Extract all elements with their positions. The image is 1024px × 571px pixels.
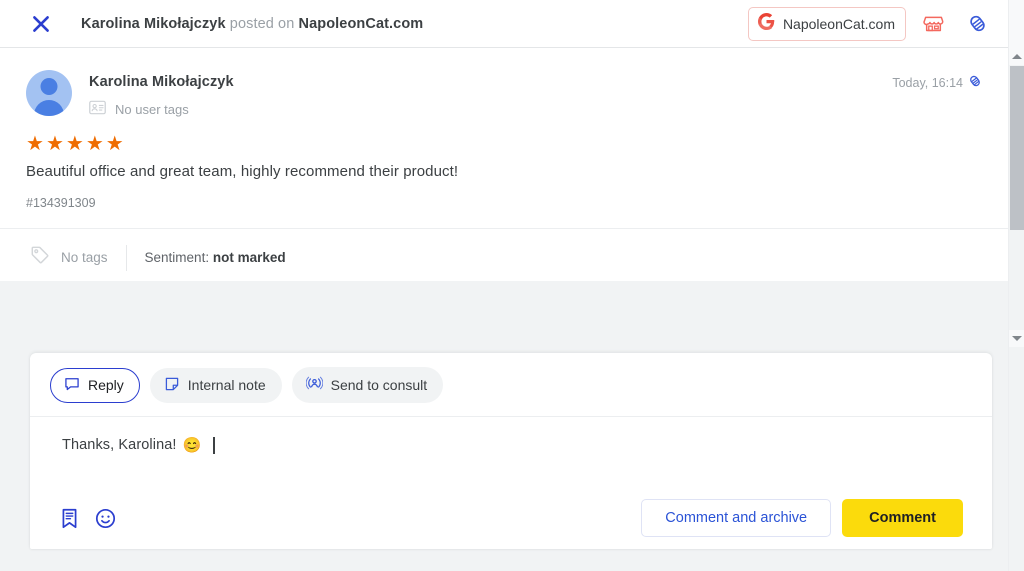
compose-card: Reply Internal note Send to consult Than… [30,353,992,549]
compose-footer: Comment and archive Comment [30,487,992,549]
rating-stars: ★ ★ ★ ★ ★ [26,134,982,154]
header-channel-name: NapoleonCat.com [298,15,424,32]
page-title: Karolina Mikołajczyk posted on NapoleonC… [81,16,423,32]
tags-section[interactable]: No tags [29,244,108,271]
user-tags-label: No user tags [115,101,189,117]
smiley-emoji-icon: 😊 [182,437,202,454]
header-author-name: Karolina Mikołajczyk [81,15,226,32]
tab-reply-label: Reply [88,377,124,393]
compose-actions: Comment and archive Comment [641,499,963,537]
review-body: Today, 16:14 Karolina Mikołajczyk No use… [0,48,1008,228]
sentiment-value: not marked [212,250,286,265]
tab-internal-note-label: Internal note [187,377,266,393]
avatar-head [40,78,58,95]
footer-divider [125,244,127,271]
sentiment-section[interactable]: Sentiment: not marked [145,250,286,265]
tags-label: No tags [61,250,108,265]
tab-reply[interactable]: Reply [50,367,140,403]
sentiment-label: Sentiment: [144,250,210,265]
note-icon [164,376,180,395]
scroll-thumb[interactable] [1010,66,1024,230]
review-card: Today, 16:14 Karolina Mikołajczyk No use… [0,48,1008,286]
reply-text-value: Thanks, Karolina! [62,437,177,453]
emoji-picker-icon[interactable] [95,508,116,529]
review-timestamp-label: Today, 16:14 [892,75,963,90]
header-posted-on-text: posted on [229,15,295,32]
comment-button[interactable]: Comment [842,499,963,537]
reply-editor-content: Thanks, Karolina! 😊 [62,436,215,454]
avatar [26,70,72,116]
scroll-up-arrow[interactable] [1009,48,1024,65]
user-tags-row[interactable]: No user tags [89,100,234,118]
header-actions: NapoleonCat.com [747,6,1008,41]
consult-broadcast-icon [305,375,323,395]
review-timestamp: Today, 16:14 [892,74,982,91]
napoleoncat-logo-icon [968,74,982,91]
profile-chip[interactable]: NapoleonCat.com [747,6,906,41]
review-author-row: Karolina Mikołajczyk No user tags [26,70,982,118]
star-icon: ★ [105,133,124,155]
speech-bubble-icon [64,376,80,395]
scrollbar[interactable] [1008,0,1024,571]
reply-editor[interactable]: Thanks, Karolina! 😊 [30,417,992,487]
compose-tabs: Reply Internal note Send to consult [30,353,992,417]
review-detail-panel: Karolina Mikołajczyk posted on NapoleonC… [0,0,1024,571]
tag-icon [29,244,51,271]
star-icon: ★ [26,133,44,155]
star-icon: ★ [65,133,84,155]
profile-chip-label: NapoleonCat.com [782,15,895,32]
star-icon: ★ [85,133,104,155]
review-author-meta: Karolina Mikołajczyk No user tags [89,70,234,118]
panel-header: Karolina Mikołajczyk posted on NapoleonC… [0,0,1008,48]
editor-tools [60,508,116,529]
review-text: Beautiful office and great team, highly … [26,163,459,180]
tab-send-to-consult-label: Send to consult [330,377,428,393]
review-author-name: Karolina Mikołajczyk [89,74,234,90]
review-id: #134391309 [26,196,96,210]
scrollbar-track-lower[interactable] [1009,347,1024,571]
google-g-icon [757,12,775,35]
napoleoncat-logo-icon[interactable] [960,7,994,41]
comment-and-archive-button[interactable]: Comment and archive [641,499,832,537]
review-footer: No tags Sentiment: not marked [0,228,1008,286]
tab-send-to-consult[interactable]: Send to consult [291,367,444,403]
content-gap [0,281,1008,353]
saved-replies-icon[interactable] [60,508,79,529]
close-icon[interactable] [28,11,54,37]
star-icon: ★ [45,133,64,155]
id-card-icon [89,100,106,118]
scroll-down-arrow[interactable] [1009,330,1024,347]
avatar-body [34,100,64,116]
text-caret [213,436,215,454]
storefront-icon[interactable] [916,7,950,41]
tab-internal-note[interactable]: Internal note [149,367,282,403]
